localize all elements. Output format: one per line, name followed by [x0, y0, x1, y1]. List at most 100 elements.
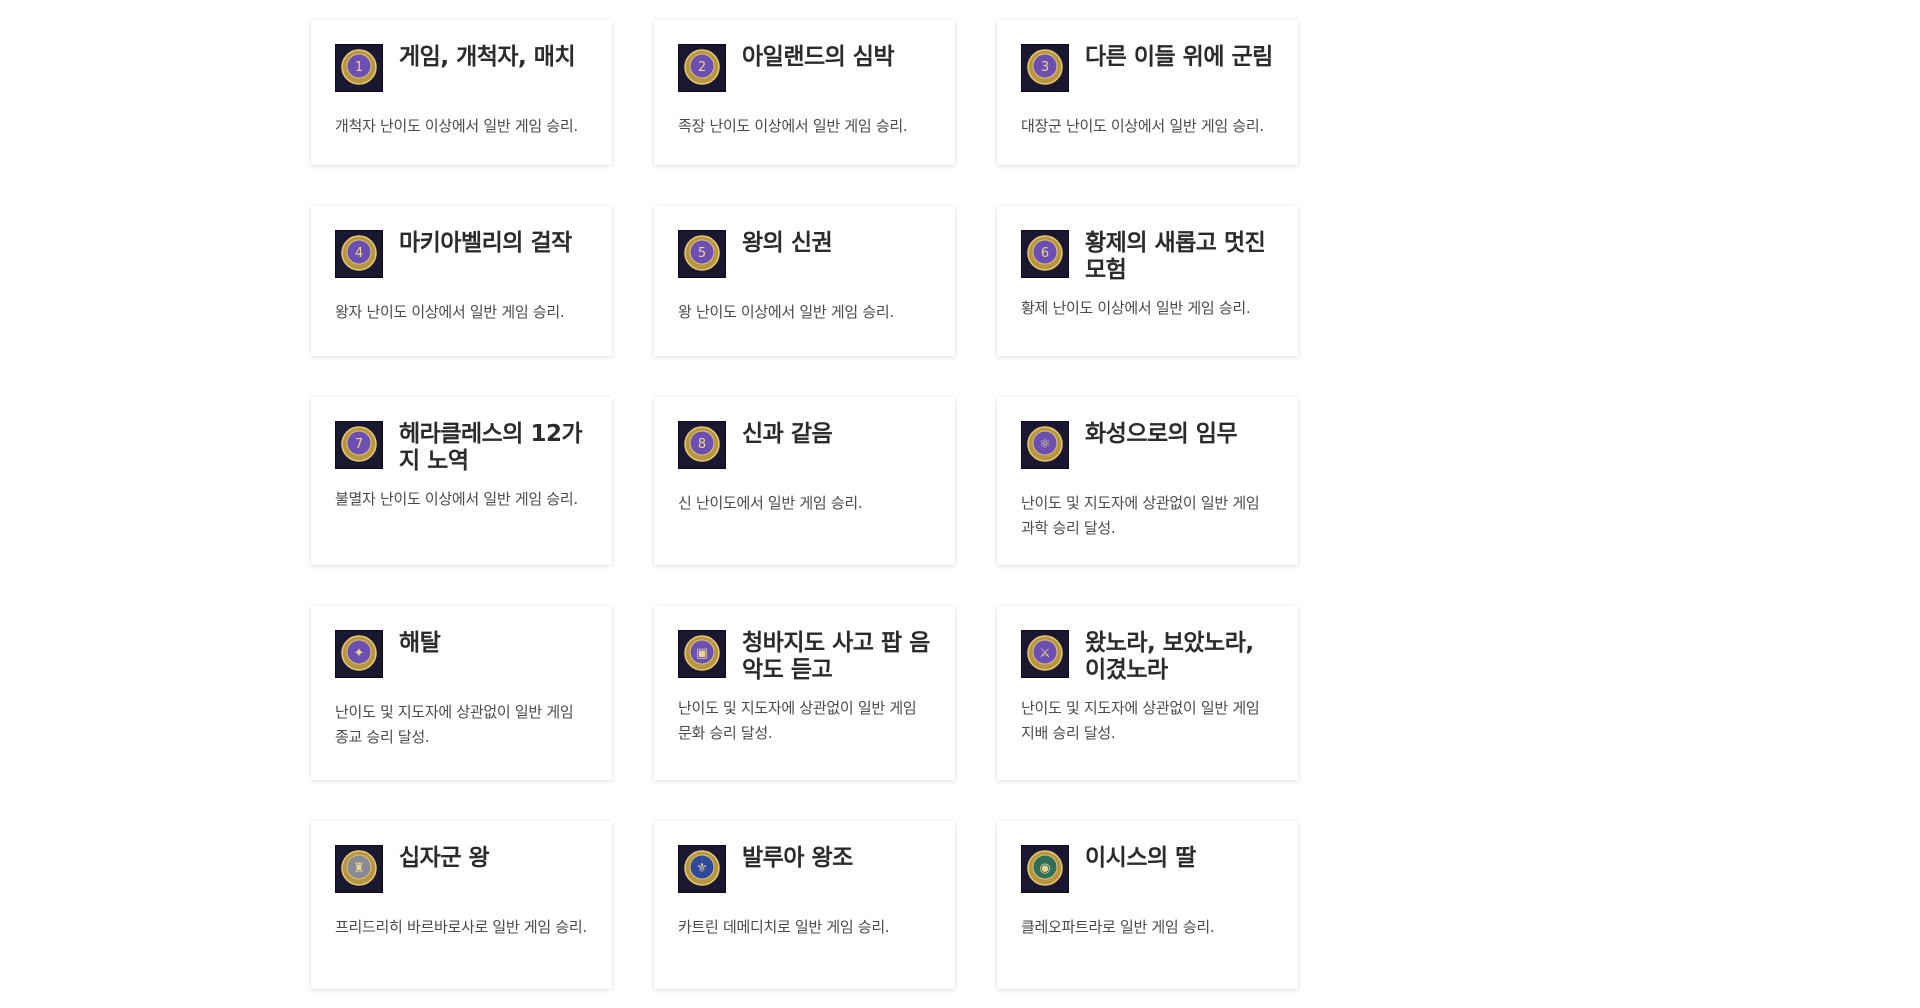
fleur-de-lis-icon: ⚜ — [678, 845, 726, 893]
achievement-title: 해탈 — [399, 630, 441, 656]
achievement-description: 신 난이도에서 일반 게임 승리. — [678, 494, 863, 512]
medal-8-icon: 8 — [678, 421, 726, 469]
medal-6-icon-graphic: 6 — [1027, 235, 1063, 271]
achievement-description: 난이도 및 지도자에 상관없이 일반 게임 지배 승리 달성. — [1021, 699, 1260, 742]
atom-icon: ⚛ — [1021, 421, 1069, 469]
achievement-description: 카트린 데메디치로 일반 게임 승리. — [678, 918, 890, 936]
svg-text:3: 3 — [1041, 60, 1049, 75]
crusader-helmet-icon-graphic: ♜ — [341, 850, 377, 886]
svg-text:4: 4 — [355, 246, 363, 261]
medal-3-icon-graphic: 3 — [1027, 49, 1063, 85]
medal-5-icon-graphic: 5 — [684, 235, 720, 271]
shield-sword-icon: ⚔ — [1021, 630, 1069, 678]
achievement-header: ✦ 해탈 — [335, 630, 590, 678]
shield-sword-icon-graphic: ⚔ — [1027, 635, 1063, 671]
medal-4-icon: 4 — [335, 230, 383, 278]
achievement-header: 5 왕의 신권 — [678, 230, 933, 278]
achievement-title: 청바지도 사고 팝 음악도 듣고 — [742, 630, 930, 683]
medal-4-icon-graphic: 4 — [341, 235, 377, 271]
achievement-description: 왕 난이도 이상에서 일반 게임 승리. — [678, 303, 894, 321]
fleur-de-lis-icon-graphic: ⚜ — [684, 850, 720, 886]
achievement-card: ▣ 청바지도 사고 팝 음악도 듣고 난이도 및 지도자에 상관없이 일반 게임… — [654, 606, 955, 780]
svg-text:⚔: ⚔ — [1039, 646, 1051, 661]
achievement-description: 난이도 및 지도자에 상관없이 일반 게임 종교 승리 달성. — [335, 703, 574, 746]
svg-text:2: 2 — [698, 60, 706, 75]
medal-7-icon-graphic: 7 — [341, 426, 377, 462]
achievement-header: 3 다른 이들 위에 군림 — [1021, 44, 1276, 92]
achievement-description: 왕자 난이도 이상에서 일반 게임 승리. — [335, 303, 565, 321]
achievement-card: 3 다른 이들 위에 군림 대장군 난이도 이상에서 일반 게임 승리. — [997, 20, 1298, 165]
achievement-title: 왔노라, 보았노라, 이겼노라 — [1085, 630, 1254, 683]
eye-of-horus-icon: ◉ — [1021, 845, 1069, 893]
achievement-description: 족장 난이도 이상에서 일반 게임 승리. — [678, 117, 908, 135]
svg-text:1: 1 — [355, 60, 363, 75]
achievement-description: 불멸자 난이도 이상에서 일반 게임 승리. — [335, 490, 578, 508]
medal-1-icon-graphic: 1 — [341, 49, 377, 85]
achievement-card: 8 신과 같음 신 난이도에서 일반 게임 승리. — [654, 397, 955, 565]
achievement-card: ⚛ 화성으로의 임무 난이도 및 지도자에 상관없이 일반 게임 과학 승리 달… — [997, 397, 1298, 565]
achievement-description: 황제 난이도 이상에서 일반 게임 승리. — [1021, 299, 1251, 317]
svg-text:♜: ♜ — [353, 861, 365, 876]
achievement-header: ◉ 이시스의 딸 — [1021, 845, 1276, 893]
svg-text:6: 6 — [1041, 246, 1049, 261]
achievement-card: ◉ 이시스의 딸 클레오파트라로 일반 게임 승리. — [997, 821, 1298, 989]
achievement-header: ▣ 청바지도 사고 팝 음악도 듣고 — [678, 630, 933, 684]
achievement-header: ⚔ 왔노라, 보았노라, 이겼노라 — [1021, 630, 1276, 684]
medal-2-icon-graphic: 2 — [684, 49, 720, 85]
achievement-header: 6 황제의 새롭고 멋진 모험 — [1021, 230, 1276, 284]
achievement-header: 7 헤라클레스의 12가지 노역 — [335, 421, 590, 475]
eye-of-horus-icon-graphic: ◉ — [1027, 850, 1063, 886]
achievement-header: ⚜ 발루아 왕조 — [678, 845, 933, 893]
medal-6-icon: 6 — [1021, 230, 1069, 278]
achievement-title: 발루아 왕조 — [742, 845, 853, 871]
achievement-title: 왕의 신권 — [742, 230, 833, 256]
svg-text:⚜: ⚜ — [696, 861, 708, 876]
religion-star-icon-graphic: ✦ — [341, 635, 377, 671]
achievement-card: 6 황제의 새롭고 멋진 모험 황제 난이도 이상에서 일반 게임 승리. — [997, 206, 1298, 356]
svg-text:8: 8 — [698, 437, 706, 452]
svg-text:7: 7 — [355, 437, 363, 452]
achievement-header: 2 아일랜드의 심박 — [678, 44, 933, 92]
achievement-grid: 1 게임, 개척자, 매치 개척자 난이도 이상에서 일반 게임 승리. 2 아… — [311, 20, 1298, 989]
svg-text:▣: ▣ — [696, 646, 708, 661]
achievement-description: 클레오파트라로 일반 게임 승리. — [1021, 918, 1215, 936]
svg-text:5: 5 — [698, 246, 706, 261]
achievement-title: 화성으로의 임무 — [1085, 421, 1238, 447]
achievement-title: 다른 이들 위에 군림 — [1085, 44, 1273, 70]
achievement-description: 난이도 및 지도자에 상관없이 일반 게임 문화 승리 달성. — [678, 699, 917, 742]
treasure-chest-icon-graphic: ▣ — [684, 635, 720, 671]
achievement-title: 이시스의 딸 — [1085, 845, 1196, 871]
medal-1-icon: 1 — [335, 44, 383, 92]
achievement-card: ✦ 해탈 난이도 및 지도자에 상관없이 일반 게임 종교 승리 달성. — [311, 606, 612, 780]
achievement-card: 1 게임, 개척자, 매치 개척자 난이도 이상에서 일반 게임 승리. — [311, 20, 612, 165]
achievement-header: 1 게임, 개척자, 매치 — [335, 44, 590, 92]
treasure-chest-icon: ▣ — [678, 630, 726, 678]
achievement-title: 신과 같음 — [742, 421, 833, 447]
achievement-title: 게임, 개척자, 매치 — [399, 44, 576, 70]
achievement-title: 십자군 왕 — [399, 845, 490, 871]
achievement-header: ♜ 십자군 왕 — [335, 845, 590, 893]
achievement-card: 7 헤라클레스의 12가지 노역 불멸자 난이도 이상에서 일반 게임 승리. — [311, 397, 612, 565]
achievement-header: 4 마키아벨리의 걸작 — [335, 230, 590, 278]
medal-5-icon: 5 — [678, 230, 726, 278]
achievement-title: 마키아벨리의 걸작 — [399, 230, 572, 256]
svg-text:⚛: ⚛ — [1039, 437, 1051, 452]
medal-7-icon: 7 — [335, 421, 383, 469]
achievement-description: 대장군 난이도 이상에서 일반 게임 승리. — [1021, 117, 1264, 135]
atom-icon-graphic: ⚛ — [1027, 426, 1063, 462]
achievement-card: ♜ 십자군 왕 프리드리히 바르바로사로 일반 게임 승리. — [311, 821, 612, 989]
medal-8-icon-graphic: 8 — [684, 426, 720, 462]
achievement-header: 8 신과 같음 — [678, 421, 933, 469]
achievement-title: 아일랜드의 심박 — [742, 44, 895, 70]
achievement-description: 개척자 난이도 이상에서 일반 게임 승리. — [335, 117, 578, 135]
achievement-description: 난이도 및 지도자에 상관없이 일반 게임 과학 승리 달성. — [1021, 494, 1260, 537]
crusader-helmet-icon: ♜ — [335, 845, 383, 893]
achievement-card: ⚔ 왔노라, 보았노라, 이겼노라 난이도 및 지도자에 상관없이 일반 게임 … — [997, 606, 1298, 780]
achievement-title: 황제의 새롭고 멋진 모험 — [1085, 230, 1266, 283]
achievement-header: ⚛ 화성으로의 임무 — [1021, 421, 1276, 469]
medal-3-icon: 3 — [1021, 44, 1069, 92]
svg-text:◉: ◉ — [1039, 861, 1050, 876]
achievement-card: 4 마키아벨리의 걸작 왕자 난이도 이상에서 일반 게임 승리. — [311, 206, 612, 356]
achievement-card: ⚜ 발루아 왕조 카트린 데메디치로 일반 게임 승리. — [654, 821, 955, 989]
religion-star-icon: ✦ — [335, 630, 383, 678]
